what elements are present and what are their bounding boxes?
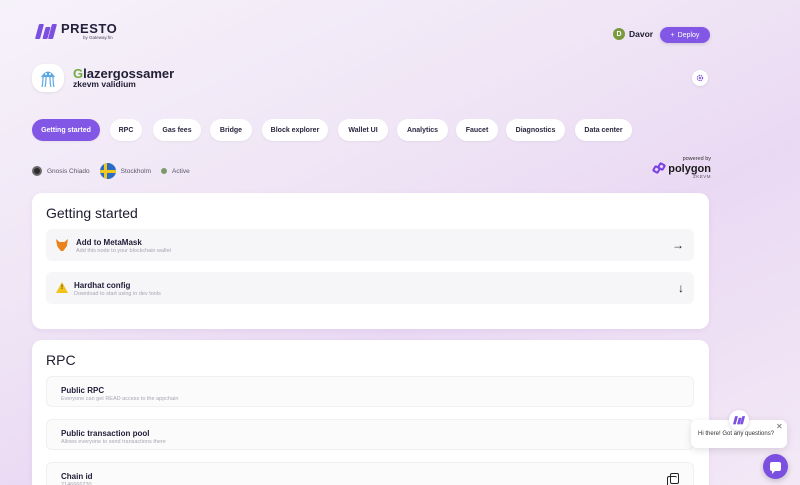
close-icon[interactable]: ✕ [776, 422, 783, 431]
add-to-metamask-title: Add to MetaMask [76, 238, 142, 247]
chat-launcher-button[interactable] [763, 454, 788, 479]
region-name: Stockholm [120, 167, 151, 175]
tab-faucet[interactable]: Faucet [456, 119, 498, 141]
tab-block-explorer[interactable]: Block explorer [262, 119, 328, 141]
arrow-down-icon: ↓ [678, 281, 684, 295]
status-text: Active [172, 167, 190, 175]
network-name: Gnosis Chiado [47, 167, 90, 175]
rpc-card: RPC Public RPC Everyone can get READ acc… [32, 340, 709, 485]
hardhat-config-row[interactable]: ! Hardhat config Download to start using… [46, 272, 694, 304]
powered-by-polygon: powered by polygon ZKEVM [651, 156, 711, 179]
polygon-icon [651, 161, 667, 175]
chat-greeting-text: Hi there! Got any questions? [698, 431, 775, 437]
tab-bridge[interactable]: Bridge [210, 119, 252, 141]
arrow-right-icon: → [672, 238, 684, 252]
tab-data-center[interactable]: Data center [575, 119, 632, 141]
copy-icon[interactable] [667, 473, 679, 485]
settings-button[interactable] [692, 70, 708, 86]
add-to-metamask-row[interactable]: Add to MetaMask Add this node to your bl… [46, 229, 694, 261]
tab-analytics[interactable]: Analytics [397, 119, 448, 141]
warning-icon: ! [56, 282, 68, 294]
jellyfish-icon [41, 71, 55, 88]
chain-type: zkevm validium [73, 79, 136, 89]
tab-getting-started[interactable]: Getting started [32, 119, 100, 141]
user-avatar: D [613, 28, 625, 40]
add-to-metamask-desc: Add this node to your blockchain wallet [76, 248, 172, 254]
status-dot-icon [161, 168, 167, 174]
tab-diagnostics[interactable]: Diagnostics [506, 119, 565, 141]
public-rpc-desc: Everyone can get READ access to the appc… [61, 396, 179, 402]
chain-id-row: Chain id 2146666230 [46, 462, 694, 485]
presto-logo[interactable]: PRESTO by Gateway.fm [34, 21, 118, 41]
chat-avatar [729, 410, 749, 430]
deploy-button-label: Deploy [677, 31, 700, 39]
chain-id-title: Chain id [61, 472, 93, 481]
chain-meta: Gnosis Chiado Stockholm Active [32, 163, 200, 179]
public-transaction-pool-title: Public transaction pool [61, 429, 150, 438]
user-menu[interactable]: D Davor [613, 28, 653, 40]
presto-logo-icon [34, 22, 58, 40]
deploy-button[interactable]: + Deploy [660, 27, 710, 43]
public-rpc-row[interactable]: Public RPC Everyone can get READ access … [46, 376, 694, 407]
public-rpc-title: Public RPC [61, 386, 105, 395]
presto-chat-icon [732, 415, 746, 425]
brand-name: PRESTO [61, 21, 118, 36]
gnosis-icon [32, 166, 42, 176]
brand-tagline: by Gateway.fm [83, 35, 113, 40]
gear-icon [696, 74, 704, 82]
tab-gas-fees[interactable]: Gas fees [153, 119, 201, 141]
chat-icon [770, 462, 781, 474]
tab-wallet-ui[interactable]: Wallet UI [338, 119, 388, 141]
plus-icon: + [670, 31, 675, 39]
public-transaction-pool-desc: Allows everyone to send transactions the… [61, 439, 166, 445]
metamask-fox-icon [56, 239, 68, 251]
public-transaction-pool-row[interactable]: Public transaction pool Allows everyone … [46, 419, 694, 450]
user-name: Davor [629, 29, 654, 39]
getting-started-card: Getting started Add to MetaMask Add this… [32, 193, 709, 329]
tab-rpc[interactable]: RPC [110, 119, 142, 141]
chain-avatar [32, 64, 64, 92]
getting-started-title: Getting started [46, 205, 138, 221]
hardhat-config-title: Hardhat config [74, 281, 131, 290]
sweden-flag-icon [99, 163, 116, 179]
hardhat-config-desc: Download to start using in dev tools [74, 291, 161, 297]
rpc-title: RPC [46, 352, 76, 368]
